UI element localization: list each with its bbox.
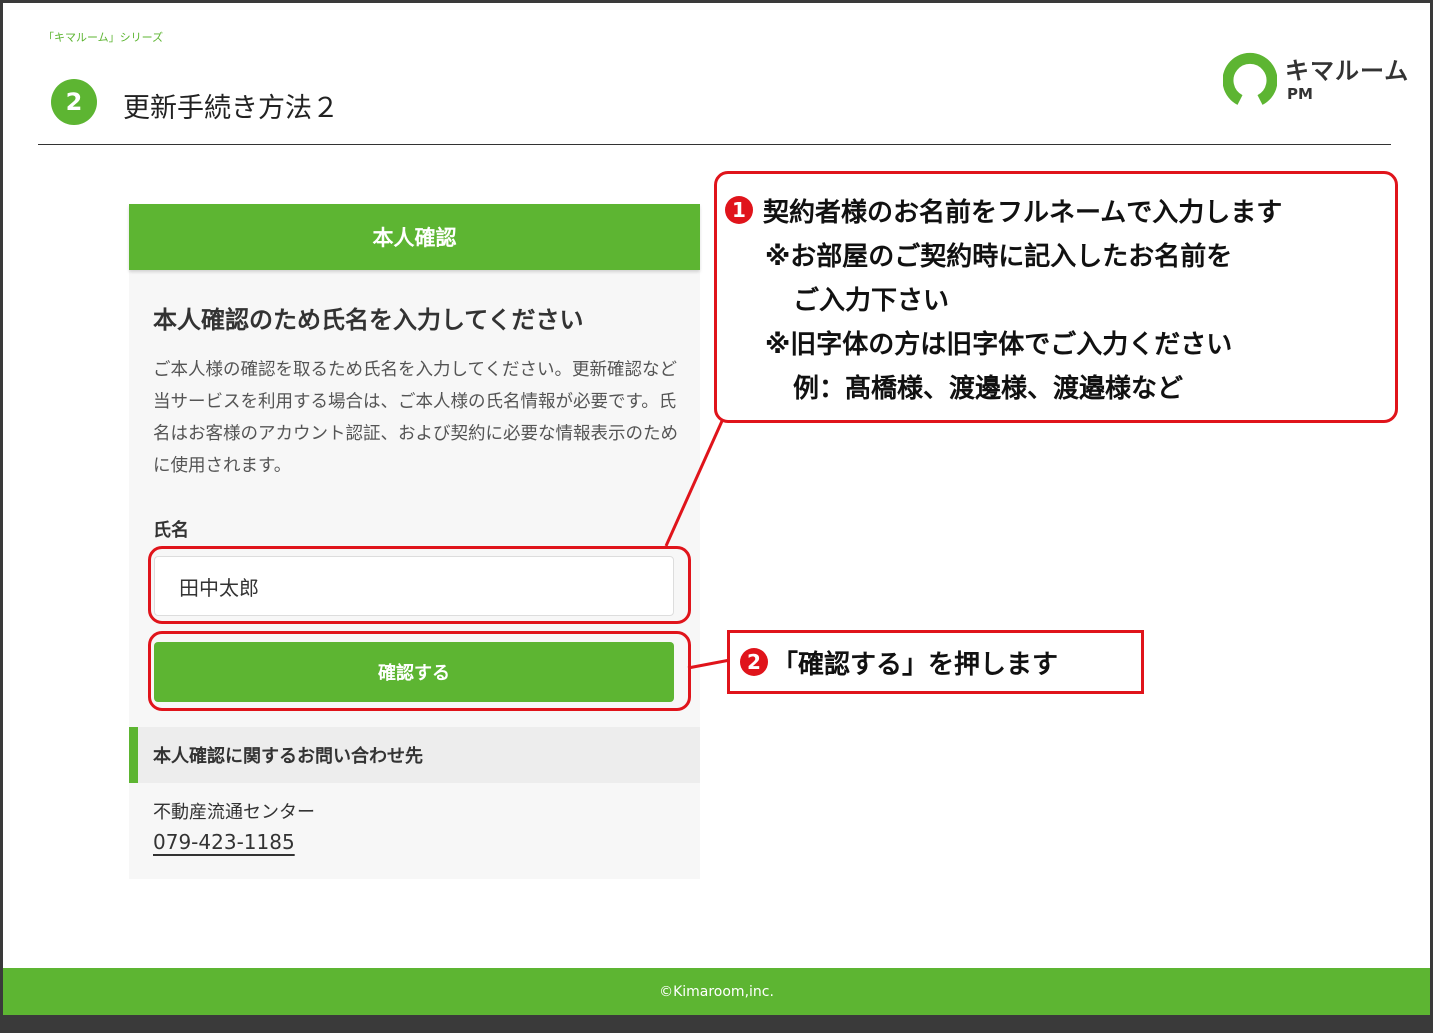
- confirm-button-highlight: [148, 631, 691, 711]
- contact-name: 不動産流通センター: [153, 802, 315, 823]
- card-header: 本人確認: [129, 204, 700, 270]
- contact-heading: 本人確認に関するお問い合わせ先: [129, 727, 700, 783]
- annotation-2-text: 「確認する」を押します: [772, 650, 1059, 680]
- annotation-number-1: 1: [725, 196, 753, 224]
- footer: ©Kimaroom,inc.: [3, 968, 1430, 1015]
- step-number-badge: 2: [51, 79, 97, 125]
- annotation-number-2: 2: [740, 648, 768, 676]
- identity-card: 本人確認 本人確認のため氏名を入力してください ご本人様の確認を取るため氏名を入…: [129, 204, 700, 879]
- series-label: 「キマルーム」シリーズ: [43, 31, 164, 44]
- annotation-1-line-5: 例：髙橋様、渡邊様、渡邉様など: [793, 374, 1184, 404]
- card-description: ご本人様の確認を取るため氏名を入力してください。更新確認など当サービスを利用する…: [153, 360, 678, 476]
- card-heading: 本人確認のため氏名を入力してください: [153, 306, 584, 334]
- annotation-callout-1: 1 契約者様のお名前をフルネームで入力します ※お部屋のご契約時に記入したお名前…: [714, 171, 1398, 423]
- logo-text: キマルーム: [1285, 57, 1410, 85]
- annotation-1-line-3: ご入力下さい: [793, 286, 950, 316]
- name-label: 氏名: [153, 520, 189, 541]
- page: 「キマルーム」シリーズ 2 更新手続き方法２ キマルーム PM 本人確認 本人確…: [3, 3, 1430, 1015]
- kimaroom-logo-icon: [1223, 52, 1277, 105]
- header-divider: [38, 144, 1391, 145]
- name-input-highlight: [148, 546, 691, 624]
- page-title: 更新手続き方法２: [123, 93, 339, 124]
- annotation-1-line-4: ※旧字体の方は旧字体でご入力ください: [765, 330, 1233, 360]
- logo-subtext: PM: [1287, 85, 1313, 103]
- contact-phone-link[interactable]: 079-423-1185: [153, 830, 295, 854]
- annotation-callout-2: 2 「確認する」を押します: [727, 630, 1144, 694]
- annotation-1-line-2: ※お部屋のご契約時に記入したお名前を: [765, 242, 1233, 272]
- annotation-1-line-1: 契約者様のお名前をフルネームで入力します: [763, 198, 1283, 228]
- copyright-text: ©Kimaroom,inc.: [659, 983, 774, 1000]
